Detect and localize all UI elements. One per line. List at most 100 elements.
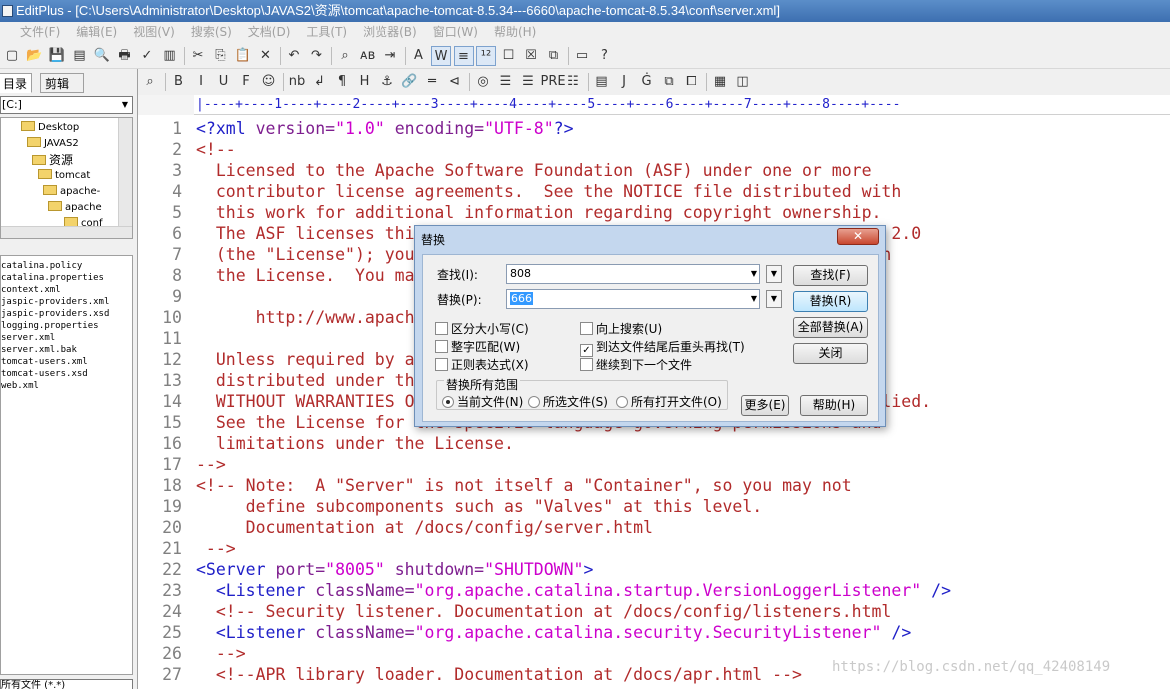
help-button[interactable]: 帮助(H) (800, 395, 868, 416)
open-icon[interactable]: 📂 (25, 46, 45, 66)
replace-icon[interactable]: ᴀʙ (358, 46, 378, 66)
link-icon[interactable]: 🔗 (400, 72, 420, 92)
code-line[interactable]: 18 <!-- Note: A "Server" is not itself a … (138, 475, 1170, 496)
copy-icon[interactable]: ⎘ (211, 46, 231, 66)
menu-edit[interactable]: 编辑(E) (68, 22, 125, 43)
code-line[interactable]: 2 <!-- (138, 139, 1170, 160)
browser-icon[interactable]: ⌕ (140, 72, 160, 92)
tree-item-resources[interactable]: 资源 (32, 152, 73, 168)
code-line[interactable]: 1 <?xml version="1.0" encoding="UTF-8"?> (138, 118, 1170, 139)
underline-icon[interactable]: U (214, 72, 234, 92)
menu-file[interactable]: 文件(F) (0, 22, 68, 43)
tree-item-desktop[interactable]: Desktop (21, 120, 79, 136)
table-icon[interactable]: ☰ (496, 72, 516, 92)
undo-icon[interactable]: ↶ (284, 46, 304, 66)
list-item[interactable]: server.xml.bak (1, 344, 77, 356)
bold-icon[interactable]: B (169, 72, 189, 92)
frame-icon[interactable]: ⧠ (682, 72, 702, 92)
tab-cliptext[interactable]: 剪辑 (40, 73, 84, 93)
menu-document[interactable]: 文档(D) (240, 22, 299, 43)
code-line[interactable]: 23 <Listener className="org.apache.catal… (138, 580, 1170, 601)
save-all-icon[interactable]: ▤ (70, 46, 90, 66)
script-icon[interactable]: Ġ (637, 72, 657, 92)
replace-button[interactable]: 替换(R) (793, 291, 868, 312)
menu-search[interactable]: 搜索(S) (183, 22, 240, 43)
list-item[interactable]: logging.properties (1, 320, 99, 332)
code-line[interactable]: 21 --> (138, 538, 1170, 559)
code-line[interactable]: 17 --> (138, 454, 1170, 475)
list-item[interactable]: jaspic-providers.xml (1, 296, 109, 308)
find-input[interactable]: 808 ▼ (506, 264, 760, 284)
font-icon[interactable]: A (409, 46, 429, 66)
line-number-icon[interactable]: ¹² (476, 46, 496, 66)
paste-icon[interactable]: 📋 (233, 46, 253, 66)
help-icon[interactable]: ? (595, 46, 615, 66)
code-line[interactable]: 3 Licensed to the Apache Software Founda… (138, 160, 1170, 181)
replace-history-button[interactable]: ▼ (766, 290, 782, 308)
menu-window[interactable]: 窗口(W) (425, 22, 486, 43)
heading-icon[interactable]: H (355, 72, 375, 92)
replace-input[interactable]: 666 ▼ (506, 289, 760, 309)
scope-current-radio[interactable]: 当前文件(N) (442, 395, 523, 409)
list-item[interactable]: server.xml (1, 332, 55, 344)
menu-help[interactable]: 帮助(H) (486, 22, 544, 43)
close-button[interactable]: 关闭 (793, 343, 868, 364)
tree-item-tomcat[interactable]: tomcat (38, 168, 90, 184)
list-item[interactable]: catalina.policy (1, 260, 82, 272)
wrap-around-checkbox[interactable]: ✓ 到达文件结尾后重头再找(T) (580, 340, 745, 357)
regex-checkbox[interactable]: 正则表达式(X) (435, 358, 529, 372)
code-line[interactable]: 24 <!-- Security listener. Documentation… (138, 601, 1170, 622)
redo-icon[interactable]: ↷ (307, 46, 327, 66)
br-icon[interactable]: ↲ (310, 72, 330, 92)
menu-browser[interactable]: 浏览器(B) (355, 22, 425, 43)
tree-item-javas2[interactable]: JAVAS2 (27, 136, 79, 152)
code-line[interactable]: 20 Documentation at /docs/config/server.… (138, 517, 1170, 538)
anchor-icon[interactable]: ⚓ (377, 72, 397, 92)
center-icon[interactable]: ☰ (518, 72, 538, 92)
whole-word-checkbox[interactable]: 整字匹配(W) (435, 340, 520, 354)
code-line[interactable]: 25 <Listener className="org.apache.catal… (138, 622, 1170, 643)
code-line[interactable]: 16 limitations under the License. (138, 433, 1170, 454)
list-item[interactable]: web.xml (1, 380, 39, 392)
output-icon[interactable]: ▭ (572, 46, 592, 66)
code-line[interactable]: 19 define subcomponents such as "Valves"… (138, 496, 1170, 517)
scope-all-open-radio[interactable]: 所有打开文件(O) (616, 395, 722, 409)
list-icon[interactable]: ☷ (563, 72, 583, 92)
layout-icon[interactable]: ◫ (733, 72, 753, 92)
delete-icon[interactable]: ✕ (256, 46, 276, 66)
code-line[interactable]: 4 contributor license agreements. See th… (138, 181, 1170, 202)
comment-icon[interactable]: ⊲ (445, 72, 465, 92)
image-icon[interactable]: ◎ (473, 72, 493, 92)
nbsp-icon[interactable]: nb (287, 72, 307, 92)
code-line[interactable]: 5 this work for additional information r… (138, 202, 1170, 223)
panel-icon[interactable]: ⧉ (544, 46, 564, 66)
find-history-button[interactable]: ▼ (766, 265, 782, 283)
tab-directory[interactable]: 目录 (0, 73, 33, 93)
word-wrap-icon[interactable]: W (431, 46, 451, 66)
menu-tools[interactable]: 工具(T) (298, 22, 355, 43)
scope-selected-radio[interactable]: 所选文件(S) (528, 395, 608, 409)
cliptext-icon[interactable]: ☒ (521, 46, 541, 66)
find-icon[interactable]: ⌕ (335, 46, 355, 66)
toggle-icon[interactable]: ☐ (499, 46, 519, 66)
drive-select[interactable]: [C:] ▼ (0, 96, 133, 114)
more-button[interactable]: 更多(E) (741, 395, 789, 416)
tree-horizontal-scrollbar[interactable] (1, 226, 132, 238)
italic-icon[interactable]: I (191, 72, 211, 92)
print-icon[interactable]: 🖶 (115, 46, 135, 66)
cut-icon[interactable]: ✂ (188, 46, 208, 66)
tree-vertical-scrollbar[interactable] (118, 118, 132, 238)
file-list[interactable]: catalina.policy catalina.properties cont… (0, 255, 133, 675)
list-item[interactable]: jaspic-providers.xsd (1, 308, 109, 320)
dialog-close-button[interactable]: ✕ (837, 228, 879, 245)
folder-tree[interactable]: Desktop JAVAS2 资源 tomcat apache- apache … (0, 117, 133, 239)
list-item[interactable]: tomcat-users.xml (1, 356, 88, 368)
match-case-checkbox[interactable]: 区分大小写(C) (435, 322, 529, 336)
color-picker-icon[interactable]: ▦ (710, 72, 730, 92)
ruler-icon[interactable]: ≡ (453, 46, 474, 66)
list-item[interactable]: tomcat-users.xsd (1, 368, 88, 380)
new-file-icon[interactable]: ▢ (2, 46, 22, 66)
goto-icon[interactable]: ⇥ (380, 46, 400, 66)
style-icon[interactable]: ⧉ (659, 72, 679, 92)
replace-all-button[interactable]: 全部替换(A) (793, 317, 868, 338)
